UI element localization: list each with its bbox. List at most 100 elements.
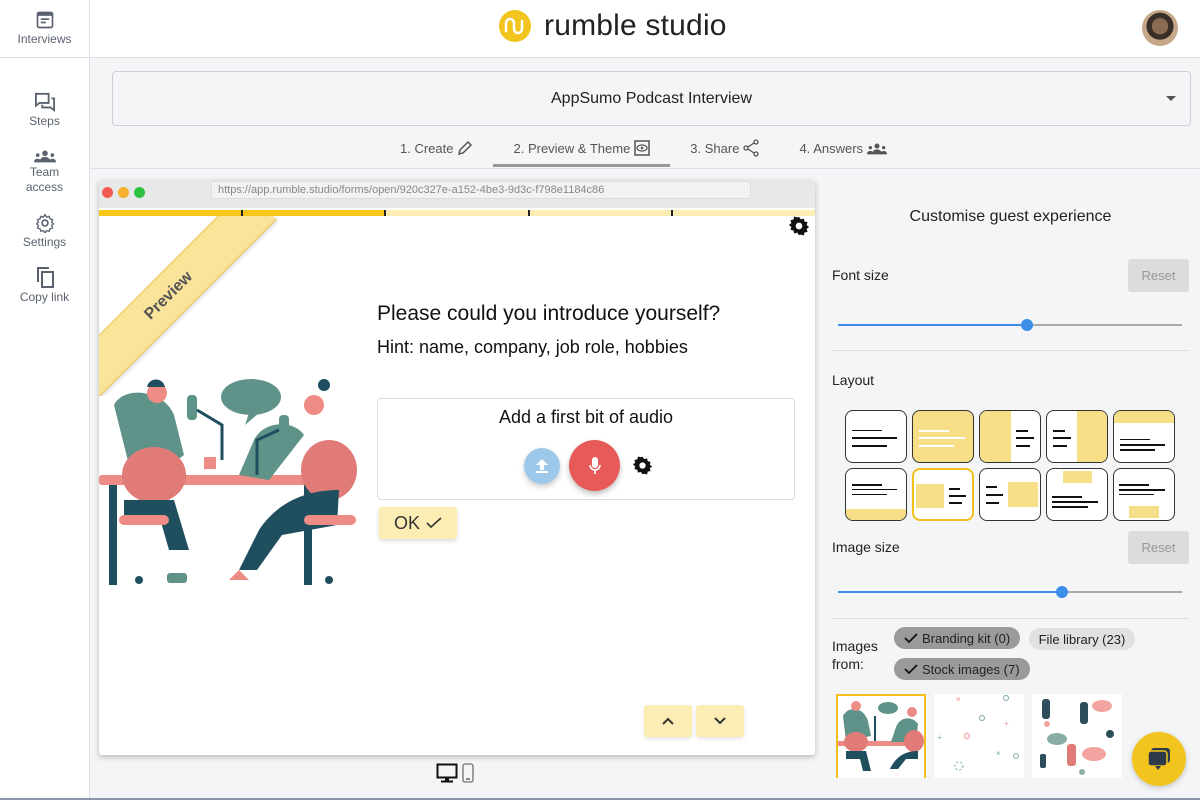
brand-name: rumble studio <box>544 9 727 42</box>
brand-logo[interactable]: rumble studio <box>498 9 727 43</box>
chip-label: File library (23) <box>1038 631 1126 647</box>
minimize-dot-icon <box>118 187 129 198</box>
previous-question-button[interactable] <box>644 705 692 737</box>
thumbnail-podcast-illustration[interactable] <box>836 694 926 778</box>
share-icon <box>743 139 760 157</box>
sidebar-item-interviews[interactable]: Interviews <box>0 0 89 58</box>
font-size-label: Font size <box>832 267 889 283</box>
tab-answers[interactable]: 4. Answers <box>779 129 907 167</box>
chat-support-button[interactable] <box>1132 732 1186 786</box>
mobile-icon[interactable] <box>462 763 474 783</box>
sidebar-item-label: Settings <box>22 235 67 249</box>
customise-panel: Customise guest experience Font size Res… <box>832 195 1189 778</box>
sidebar-item-label: Interviews <box>17 32 72 46</box>
question-text: Please could you introduce yourself? <box>377 302 721 325</box>
desktop-icon[interactable] <box>436 763 458 783</box>
layout-option-image-right[interactable] <box>979 468 1041 521</box>
thumbnail-microphones-pattern[interactable] <box>1032 694 1122 778</box>
ok-label: OK <box>393 512 420 533</box>
layout-option-text-only[interactable] <box>845 410 907 463</box>
layout-option-image-right-full[interactable] <box>1046 410 1108 463</box>
layout-option-image-left[interactable] <box>912 468 974 521</box>
podcast-thumbnail-image <box>838 701 924 771</box>
document-icon <box>36 11 53 29</box>
font-size-slider[interactable] <box>838 319 1182 331</box>
progress-segment <box>386 210 530 216</box>
podcast-illustration <box>99 379 357 585</box>
chip-branding-kit[interactable]: Branding kit (0) <box>894 627 1021 649</box>
font-size-reset-button[interactable]: Reset <box>1128 259 1189 292</box>
image-size-slider[interactable] <box>838 586 1182 598</box>
chip-label: Branding kit (0) <box>922 630 1011 646</box>
svg-text:×: × <box>996 749 1001 758</box>
eye-icon <box>634 140 651 156</box>
top-bar: rumble studio <box>90 0 1200 58</box>
tab-label: 4. Answers <box>799 140 864 156</box>
layout-label: Layout <box>832 372 875 388</box>
svg-text:+: + <box>1004 719 1009 728</box>
close-dot-icon <box>102 187 113 198</box>
pencil-icon <box>458 140 473 156</box>
avatar[interactable] <box>1142 10 1178 46</box>
layout-option-image-top-small[interactable] <box>1046 468 1108 521</box>
sidebar-item-copy-link[interactable]: Copy link <box>0 266 89 305</box>
chevron-up-icon <box>662 717 674 725</box>
chat-bubbles-icon <box>34 92 55 112</box>
layout-option-image-bottom[interactable] <box>845 468 907 521</box>
sidebar-item-steps[interactable]: Steps <box>0 92 89 129</box>
slider-thumb[interactable] <box>1021 319 1034 331</box>
interview-select-value: AppSumo Podcast Interview <box>551 89 752 107</box>
chevron-down-icon <box>714 717 726 725</box>
check-icon <box>904 632 918 643</box>
svg-text:+: + <box>937 733 942 742</box>
tab-share[interactable]: 3. Share <box>670 129 779 167</box>
team-icon <box>33 150 56 163</box>
preview-window: https://app.rumble.studio/forms/open/920… <box>99 180 815 755</box>
sidebar: Interviews Steps Team access Settings Co… <box>0 0 90 800</box>
svg-text:×: × <box>956 695 961 704</box>
upload-button[interactable] <box>524 448 560 484</box>
thumbnail-confetti-pattern[interactable]: × + + × <box>934 694 1024 778</box>
sidebar-item-settings[interactable]: Settings <box>0 213 89 250</box>
layout-option-image-top[interactable] <box>1113 410 1175 463</box>
caret-down-icon <box>1166 96 1176 101</box>
sidebar-item-label: Copy link <box>19 290 70 304</box>
tab-preview-theme[interactable]: 2. Preview & Theme <box>493 129 671 167</box>
tab-create[interactable]: 1. Create <box>380 129 493 167</box>
step-tabs: 1. Create 2. Preview & Theme 3. Share 4.… <box>380 129 907 167</box>
gear-icon <box>35 213 54 233</box>
ok-button[interactable]: OK <box>379 507 457 539</box>
device-toggle <box>436 763 474 783</box>
images-from-line2: from: <box>832 656 864 672</box>
rumble-logo-icon <box>499 10 531 42</box>
image-source-chips: Branding kit (0) File library (23) Stock… <box>894 627 1136 680</box>
record-button[interactable] <box>569 440 620 491</box>
slider-fill <box>838 591 1062 593</box>
image-size-reset-button[interactable]: Reset <box>1128 531 1189 564</box>
divider <box>832 618 1189 619</box>
chip-file-library[interactable]: File library (23) <box>1028 628 1136 650</box>
divider <box>90 168 1200 169</box>
interview-select[interactable]: AppSumo Podcast Interview <box>112 71 1191 126</box>
layout-option-image-bottom-small[interactable] <box>1113 468 1175 521</box>
check-icon <box>904 663 918 674</box>
chip-stock-images[interactable]: Stock images (7) <box>894 658 1030 680</box>
sidebar-item-team-access[interactable]: Team access <box>0 149 89 195</box>
layout-option-image-left-full[interactable] <box>979 410 1041 463</box>
images-from-label: Images from: <box>832 637 878 673</box>
microphone-icon <box>588 456 601 474</box>
preview-ribbon-label: Preview <box>99 216 277 396</box>
next-question-button[interactable] <box>696 705 744 737</box>
check-icon <box>426 517 442 529</box>
tab-label: 3. Share <box>690 140 740 156</box>
layout-option-background[interactable] <box>912 410 974 463</box>
audio-title: Add a first bit of audio <box>498 407 674 427</box>
tab-label: 2. Preview & Theme <box>513 140 631 156</box>
upload-icon <box>536 459 548 473</box>
gear-icon[interactable] <box>789 216 809 236</box>
slider-thumb[interactable] <box>1055 586 1068 598</box>
tab-label: 1. Create <box>400 140 454 156</box>
layout-options <box>845 410 1175 521</box>
audio-settings-icon[interactable] <box>633 456 652 475</box>
divider <box>832 350 1189 351</box>
